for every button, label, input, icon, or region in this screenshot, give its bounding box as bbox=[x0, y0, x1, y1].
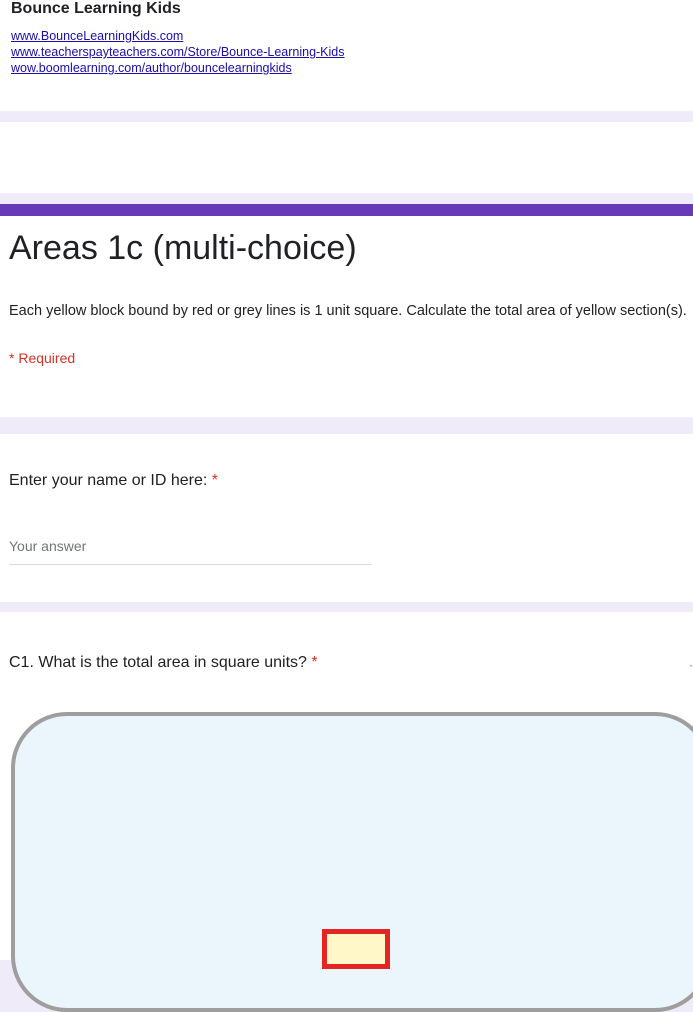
question-area-text: C1. What is the total area in square uni… bbox=[9, 654, 307, 671]
tpt-store-link[interactable]: www.teacherspayteachers.com/Store/Bounce… bbox=[11, 44, 345, 60]
accent-bar bbox=[0, 204, 693, 216]
question-area-label: C1. What is the total area in square uni… bbox=[9, 654, 318, 672]
question-name-card: Enter your name or ID here: * bbox=[0, 434, 693, 602]
question-name-text: Enter your name or ID here: bbox=[9, 472, 208, 489]
yellow-unit-square bbox=[322, 929, 390, 969]
name-answer-field[interactable] bbox=[9, 538, 372, 565]
form-header-card: Areas 1c (multi-choice) Each yellow bloc… bbox=[0, 204, 693, 417]
brand-links: www.BounceLearningKids.com www.teachersp… bbox=[11, 28, 345, 76]
form-description: Each yellow block bound by red or grey l… bbox=[9, 303, 687, 319]
brand-title: Bounce Learning Kids bbox=[11, 0, 181, 17]
brand-card: Bounce Learning Kids www.BounceLearningK… bbox=[0, 0, 693, 111]
required-note: * Required bbox=[9, 350, 76, 366]
name-input[interactable] bbox=[9, 538, 372, 554]
points-indicator: · bbox=[689, 658, 693, 672]
form-title: Areas 1c (multi-choice) bbox=[9, 229, 357, 267]
website-link[interactable]: www.BounceLearningKids.com bbox=[11, 28, 345, 44]
required-asterisk: * bbox=[211, 472, 218, 489]
blank-card bbox=[0, 122, 693, 193]
question-name-label: Enter your name or ID here: * bbox=[9, 472, 218, 490]
boom-learning-link[interactable]: wow.boomlearning.com/author/bouncelearni… bbox=[11, 60, 345, 76]
question-area-card: C1. What is the total area in square uni… bbox=[0, 612, 693, 1012]
required-asterisk: * bbox=[311, 654, 318, 671]
